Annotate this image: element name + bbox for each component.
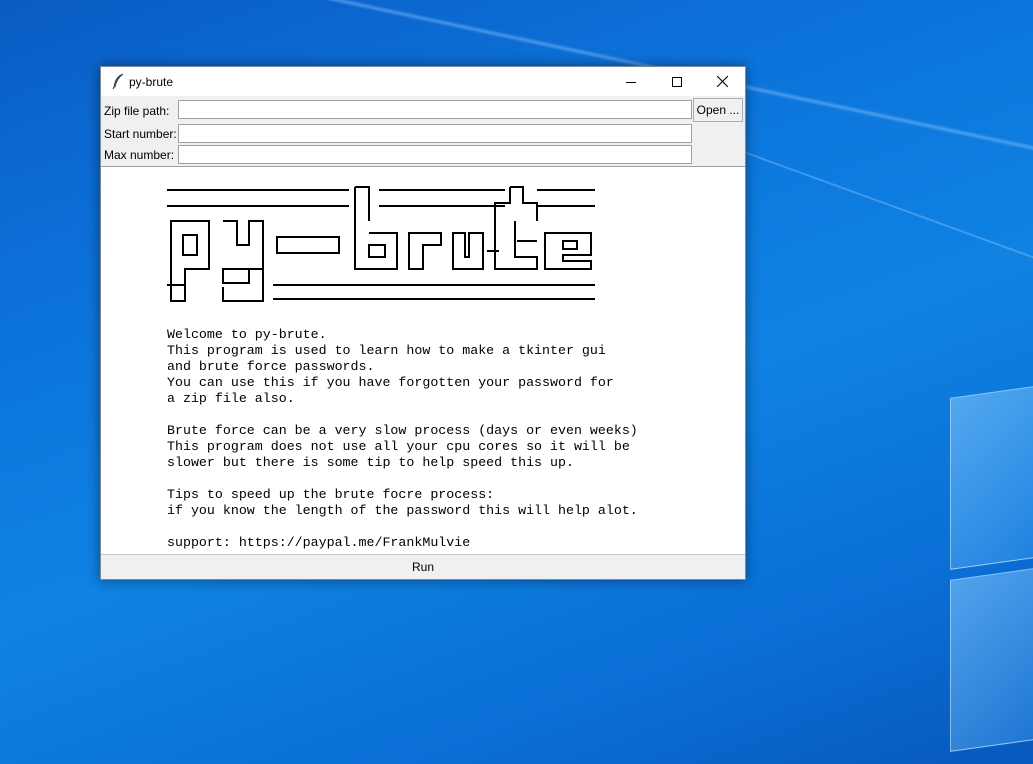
welcome-text: Welcome to py-brute. This program is use… — [167, 327, 638, 550]
window-title: py-brute — [129, 75, 174, 89]
close-icon — [716, 76, 728, 87]
maximize-button[interactable] — [654, 67, 700, 96]
run-button[interactable]: Run — [101, 554, 745, 578]
feather-icon — [111, 73, 125, 90]
zip-path-input[interactable] — [178, 100, 692, 119]
open-file-button[interactable]: Open ... — [693, 98, 743, 122]
app-window: py-brute Zip file path: Open ... Start n… — [100, 66, 746, 580]
max-number-input[interactable] — [178, 145, 692, 164]
start-number-input[interactable] — [178, 124, 692, 143]
zip-path-label: Zip file path: — [104, 104, 170, 118]
windows-logo-icon — [950, 380, 1033, 760]
start-number-label: Start number: — [104, 127, 177, 141]
desktop-light-beam — [699, 135, 1033, 308]
py-brute-ascii-banner — [167, 186, 595, 302]
minimize-icon — [626, 81, 636, 83]
title-bar[interactable]: py-brute — [101, 67, 745, 96]
minimize-button[interactable] — [608, 67, 654, 96]
close-button[interactable] — [699, 67, 745, 96]
max-number-label: Max number: — [104, 148, 175, 162]
maximize-icon — [672, 76, 682, 87]
info-text-box[interactable]: Welcome to py-brute. This program is use… — [101, 166, 745, 554]
